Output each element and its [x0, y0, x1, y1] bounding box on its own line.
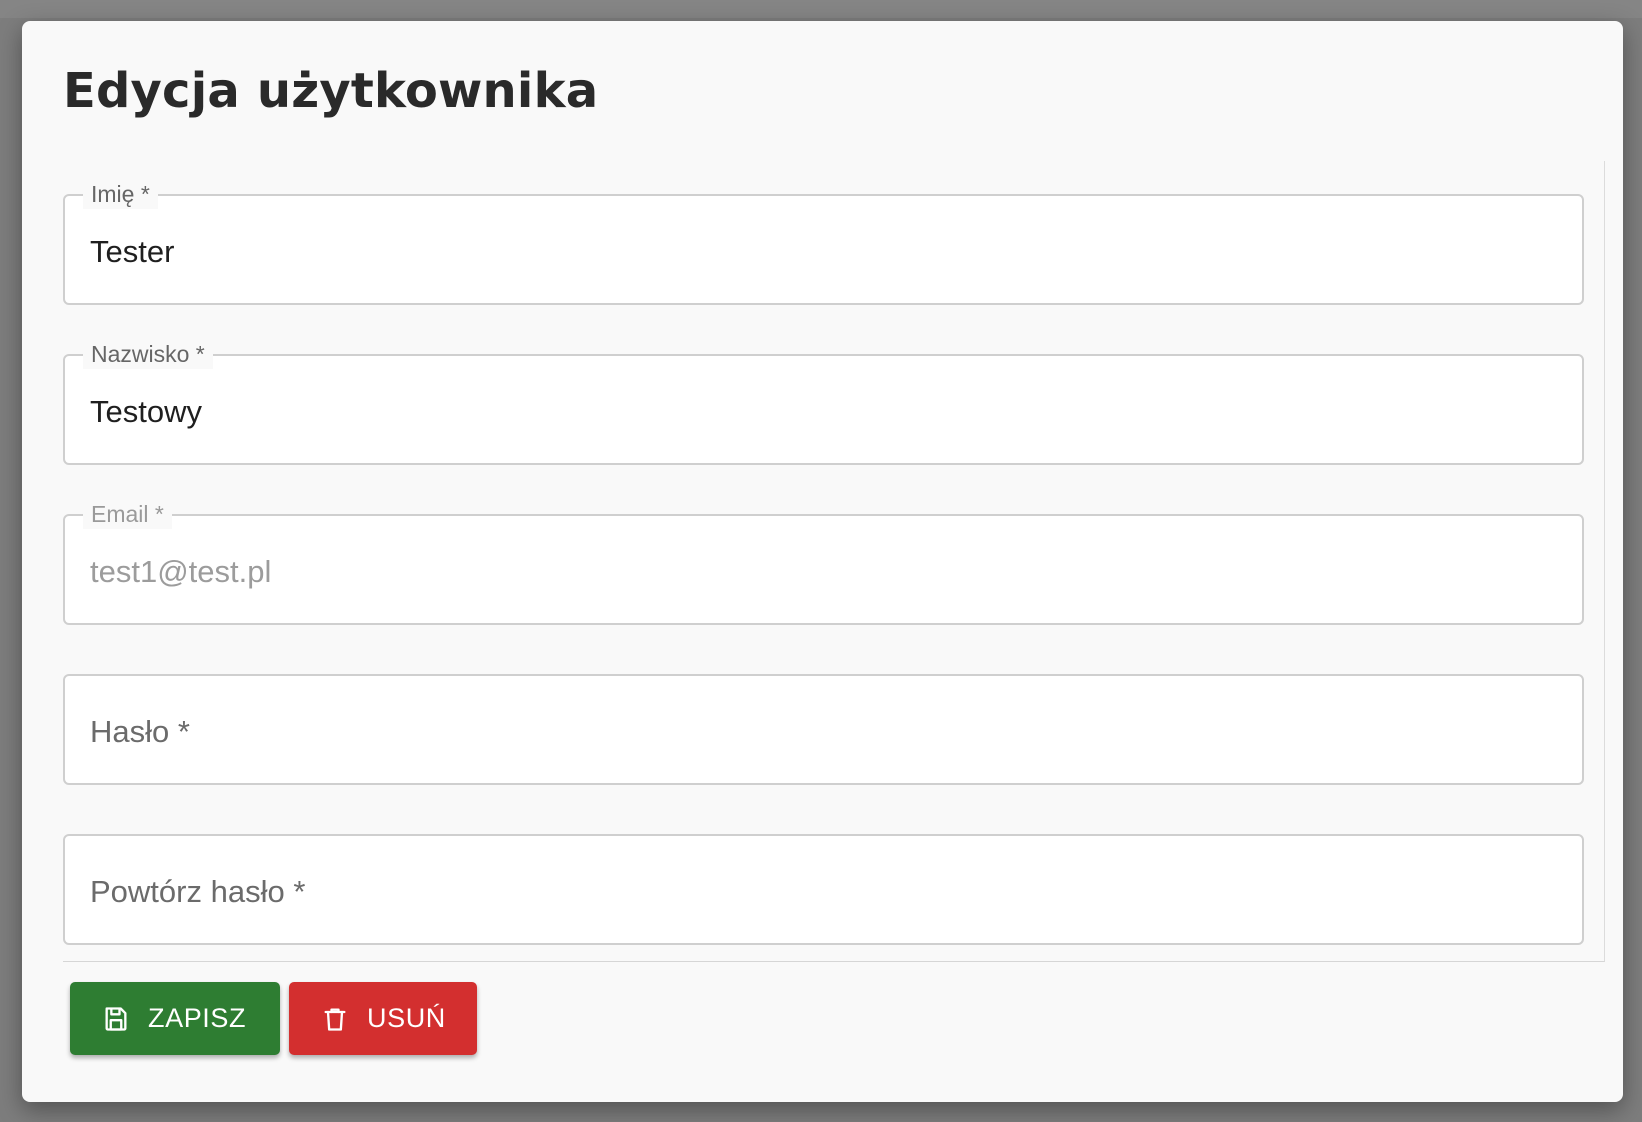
first-name-input[interactable] — [90, 230, 1562, 274]
repeat-password-input[interactable] — [90, 870, 1562, 914]
email-label: Email * — [83, 499, 172, 529]
first-name-field: Imię * — [63, 179, 1584, 305]
last-name-label: Nazwisko * — [83, 339, 213, 369]
last-name-field: Nazwisko * — [63, 339, 1584, 465]
delete-button-label: USUŃ — [367, 1003, 446, 1033]
save-icon — [102, 1005, 130, 1033]
trash-icon — [321, 1005, 349, 1033]
save-button[interactable]: ZAPISZ — [70, 982, 280, 1055]
dialog-title: Edycja użytkownika — [63, 63, 599, 119]
password-input[interactable] — [90, 710, 1562, 754]
password-field — [63, 674, 1584, 785]
save-button-label: ZAPISZ — [148, 1003, 247, 1033]
background-app-overlay — [0, 0, 1642, 18]
email-field: Email * — [63, 499, 1584, 625]
last-name-input[interactable] — [90, 390, 1562, 434]
delete-button[interactable]: USUŃ — [289, 982, 477, 1055]
repeat-password-field — [63, 834, 1584, 945]
first-name-label: Imię * — [83, 179, 158, 209]
dialog-actions: ZAPISZ USUŃ — [70, 982, 477, 1055]
email-input — [90, 550, 1562, 594]
edit-user-dialog: Edycja użytkownika Imię * Nazwisko * Ema… — [22, 21, 1623, 1102]
dialog-content: Imię * Nazwisko * Email * — [63, 161, 1605, 962]
